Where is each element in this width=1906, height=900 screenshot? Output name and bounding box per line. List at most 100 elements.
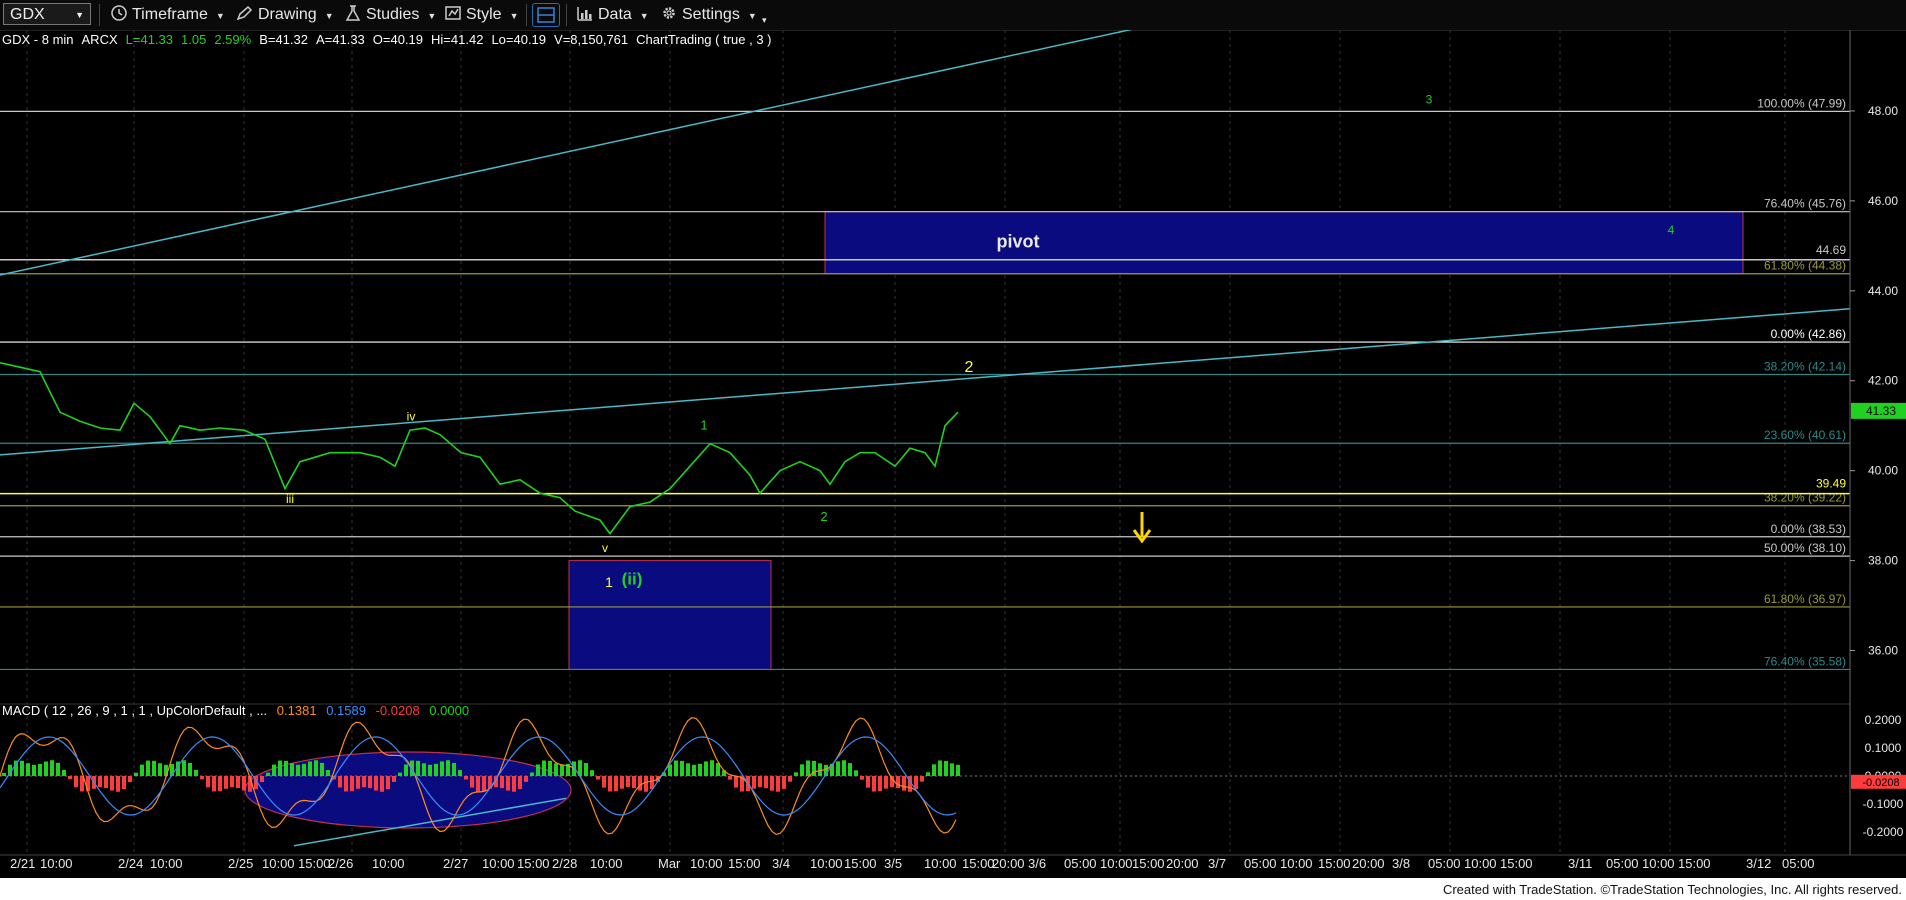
chevron-down-icon: ▼ (509, 11, 519, 21)
studies-label: Studies (366, 6, 420, 23)
macd-histogram-bar (380, 776, 384, 792)
macd-histogram-bar (764, 776, 768, 789)
symbol-interval: GDX - 8 min (2, 32, 74, 47)
volume: V=8,150,761 (554, 32, 629, 47)
settings-button[interactable]: Settings ▼ (660, 3, 757, 27)
macd-histogram-bar (356, 776, 360, 789)
horizontal-line-label: 39.49 (1816, 477, 1846, 491)
macd-histogram-bar (818, 763, 822, 776)
macd-histogram-bar (476, 776, 480, 792)
macd-histogram-bar (38, 763, 42, 776)
fibonacci-lines: 100.00% (47.99) 76.40% (45.76) 61.80% (44.… (0, 96, 1850, 671)
macd-histogram-bar (944, 760, 948, 776)
macd-histogram-bar (638, 776, 642, 791)
macd-histogram-bar (290, 763, 294, 776)
time-tick-label: 10:00 (372, 856, 405, 871)
price-tick-label: 38.00 (1868, 554, 1898, 568)
macd-histogram-bar (338, 776, 342, 788)
time-tick-label: 15:00 (1678, 856, 1711, 871)
macd-histogram-bar (950, 763, 954, 776)
drawing-button[interactable]: Drawing ▼ (236, 3, 334, 27)
fib-label: 100.00% (47.99) (1757, 96, 1846, 110)
price-tick-label: 46.00 (1868, 194, 1898, 208)
macd-info-line: MACD ( 12 , 26 , 9 , 1 , 1 , UpColorDefa… (2, 703, 469, 718)
macd-histogram-bar (758, 776, 762, 788)
time-tick-label: 15:00 (298, 856, 331, 871)
style-icon (445, 6, 461, 20)
macd-histogram-bar (800, 764, 804, 776)
macd-histogram-bar (542, 760, 546, 776)
macd-histogram-bar (872, 776, 876, 792)
wave-iii-label: iii (286, 492, 294, 506)
time-axis[interactable]: 2/21 10:00 2/24 10:00 2/25 10:00 15:002/26 10:0… (0, 854, 1906, 871)
macd-histogram-bar (932, 764, 936, 776)
macd-histogram-bar (314, 760, 318, 776)
macd-tick-label: 0.1000 (1865, 741, 1902, 755)
price-chart[interactable]: 100.00% (47.99) 76.40% (45.76) 61.80% (44.… (0, 30, 1906, 878)
time-tick-label: 10:00 (40, 856, 73, 871)
macd-histogram-bar (242, 776, 246, 791)
price-tick-label: 42.00 (1868, 374, 1898, 388)
macd-histogram-bar (116, 776, 120, 792)
time-tick-label: 2/28 (552, 856, 577, 871)
macd-zero-value: 0.0000 (429, 703, 470, 718)
time-tick-label: 10:00 (150, 856, 183, 871)
data-button[interactable]: Data ▼ (576, 3, 649, 27)
wave-ii-target-zone (568, 560, 772, 670)
time-tick-label: 05:00 (1244, 856, 1277, 871)
macd-histogram-bar (458, 770, 462, 776)
macd-histogram-bar (926, 772, 930, 776)
macd-histogram-bar (704, 761, 708, 776)
macd-histogram-bar (608, 776, 612, 792)
fib-label: 23.60% (40.61) (1764, 428, 1846, 442)
macd-histogram-bar (896, 776, 900, 789)
timeframe-label: Timeframe (132, 6, 208, 23)
macd-histogram-bar (128, 776, 132, 783)
macd-histogram-bar (152, 760, 156, 776)
horizontal-line-label: 44.69 (1816, 243, 1846, 257)
price-scale[interactable]: 48.00 46.00 44.00 42.00 40.00 38.00 36.00 41.33… (1849, 30, 1906, 855)
macd-histogram-bar (62, 769, 66, 776)
layout-toggle-button[interactable] (532, 3, 560, 27)
macd-histogram-bar (266, 772, 270, 776)
macd-histogram-bar (44, 761, 48, 776)
macd-histogram-bar (50, 760, 54, 776)
macd-histogram-bar (368, 776, 372, 789)
macd-histogram-bar (446, 760, 450, 776)
macd-histogram-bar (776, 776, 780, 792)
timeframe-button[interactable]: Timeframe ▼ (110, 3, 225, 27)
macd-histogram-bar (308, 761, 312, 776)
macd-histogram-bar (386, 776, 390, 790)
macd-histogram-bar (278, 760, 282, 776)
symbol-selector[interactable]: GDX ▼ (3, 3, 91, 25)
chart-zones (568, 211, 1744, 670)
time-tick-label: 10:00 (262, 856, 295, 871)
time-tick-label: 3/7 (1208, 856, 1226, 871)
macd-histogram-bar (362, 776, 366, 788)
chevron-down-icon[interactable]: ▾ (762, 8, 767, 32)
macd-histogram-bar (734, 776, 738, 788)
macd-histogram-bar (440, 761, 444, 776)
time-tick-label: 05:00 (1428, 856, 1461, 871)
symbol-info-line: GDX - 8 min ARCX L=41.33 1.05 2.59% B=41.32 A=… (2, 32, 780, 47)
style-button[interactable]: Style ▼ (444, 3, 519, 27)
macd-tick-label: -0.2000 (1863, 825, 1904, 839)
wave-2-target-label: 2 (965, 359, 974, 376)
macd-histogram-bar (632, 776, 636, 789)
chevron-down-icon: ▼ (75, 10, 84, 20)
studies-button[interactable]: Studies ▼ (344, 3, 436, 27)
macd-histogram-bar (212, 776, 216, 792)
price-tick-label: 36.00 (1868, 644, 1898, 658)
macd-histogram-bar (182, 760, 186, 776)
macd-histogram-bar (548, 760, 552, 776)
time-tick-label: 15:00 (1318, 856, 1351, 871)
wave-4-label: 4 (1668, 223, 1675, 237)
price-line (0, 362, 959, 535)
wave-v-label: v (602, 541, 608, 555)
macd-label: MACD ( 12 , 26 , 9 , 1 , 1 , UpColorDefa… (2, 703, 268, 718)
macd-histogram-bar (452, 762, 456, 776)
macd-histogram-bar (842, 760, 846, 776)
pencil-icon (236, 5, 253, 21)
chart-grid (0, 30, 1850, 855)
chevron-down-icon: ▼ (324, 11, 334, 21)
